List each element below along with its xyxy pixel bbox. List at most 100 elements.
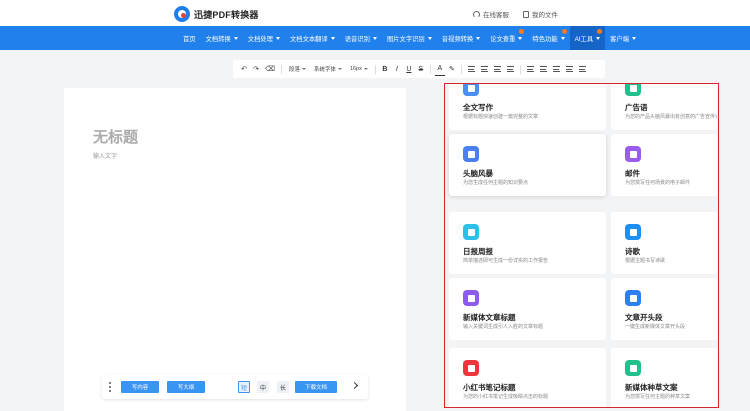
chevron-down-icon	[275, 36, 280, 40]
nav-item-label: 文档文本翻译	[289, 35, 328, 43]
nav-item[interactable]: 论文查重	[485, 26, 527, 50]
bullet-list-icon	[526, 66, 534, 72]
nav-item[interactable]: 文档转换	[201, 26, 243, 50]
nav-item[interactable]: 特色功能	[527, 26, 569, 50]
ai-tool-title: 全文写作	[463, 103, 493, 112]
undo-button[interactable]: ↶	[239, 62, 249, 76]
italic-button[interactable]: I	[392, 62, 402, 76]
line-height-icon	[578, 66, 586, 72]
font-size-select[interactable]: 16px	[347, 66, 371, 72]
ai-tool-title: 广告语	[625, 103, 648, 112]
toolbar-divider	[519, 64, 521, 74]
indent-button[interactable]	[551, 62, 562, 76]
ai-tool-description: 为您的产品头脑风暴出有创意的广告宣传语	[625, 114, 717, 120]
align-left-icon	[467, 66, 475, 72]
ai-tool-title: 邮件	[625, 169, 640, 178]
document-body-input[interactable]: 输入文字	[93, 151, 117, 160]
ai-tool-description: 为您的小红书笔记生成吸睛点击的标题	[463, 394, 549, 400]
ai-tool-icon	[463, 146, 479, 162]
nav-item[interactable]: AI工具	[569, 26, 606, 50]
highlight-button[interactable]: ✎	[447, 62, 457, 76]
new-badge-icon	[519, 29, 525, 34]
chevron-down-icon	[632, 36, 637, 40]
nav-item[interactable]: 音视频转换	[437, 26, 485, 50]
ai-tool-description: 为您撰写任何主题的种草文案	[625, 394, 691, 400]
ai-tool-card[interactable]: 邮件 为您撰写任何场景的电子邮件	[611, 134, 717, 196]
app-logo[interactable]: 迅捷PDF转换器	[174, 6, 259, 22]
numbered-list-button[interactable]	[538, 62, 549, 76]
outdent-button[interactable]	[564, 62, 575, 76]
chevron-down-icon	[330, 36, 335, 40]
ai-tool-icon	[463, 224, 479, 240]
editor-toolbar: ↶ ↷ ⌫ 段落 系统字体 16px B I U S A ✎	[233, 60, 605, 78]
ai-tool-description: 为您生成任何主题的知识要点	[463, 180, 529, 186]
ai-tool-card[interactable]: 诗歌 根据主题书写诗歌	[611, 212, 717, 274]
paragraph-select[interactable]: 段落	[286, 65, 309, 73]
nav-item[interactable]: 首页	[178, 26, 201, 50]
length-long-button[interactable]: 长	[277, 381, 289, 393]
write-content-button[interactable]: 写内容	[121, 381, 159, 393]
chevron-down-icon	[363, 68, 368, 70]
ai-tool-icon	[463, 84, 479, 96]
my-files-label: 我的文件	[532, 12, 558, 19]
font-family-select[interactable]: 系统字体	[311, 65, 345, 73]
length-medium-button[interactable]: 中	[257, 381, 269, 393]
underline-button[interactable]: U	[404, 62, 414, 76]
ai-tool-card[interactable]: 新媒体种草文案为您撰写任何主题的种草文案	[611, 348, 717, 407]
ai-tool-icon	[625, 360, 641, 376]
nav-item-label: 语音识别	[344, 35, 370, 43]
download-document-button[interactable]: 下载文档	[295, 381, 337, 393]
document-title[interactable]: 无标题	[93, 126, 138, 147]
ai-tool-card[interactable]: 日报周报 简单描述即可生成一份详实的工作报告	[449, 212, 606, 274]
my-files-link[interactable]: 我的文件	[523, 9, 558, 19]
redo-button[interactable]: ↷	[251, 62, 261, 76]
bold-button[interactable]: B	[380, 62, 390, 76]
font-color-button[interactable]: A	[434, 62, 445, 76]
document-editor[interactable]: 无标题 输入文字	[64, 88, 406, 411]
length-short-button[interactable]: 短	[238, 381, 250, 393]
align-left-button[interactable]	[466, 62, 477, 76]
nav-item-label: 特色功能	[532, 35, 558, 43]
ai-tool-title: 新媒体文章标题	[463, 313, 516, 322]
customer-service-link[interactable]: 在线客服	[473, 9, 509, 19]
strikethrough-button[interactable]: S	[416, 62, 426, 76]
align-center-button[interactable]	[479, 62, 490, 76]
nav-item[interactable]: 文档处理	[243, 26, 285, 50]
nav-item-label: 论文查重	[490, 35, 516, 43]
ai-tool-card[interactable]: 小红书笔记标题 为您的小红书笔记生成吸睛点击的标题	[449, 348, 606, 407]
ai-tool-title: 新媒体种草文案	[625, 383, 678, 392]
drag-handle-icon[interactable]	[109, 382, 111, 392]
align-justify-button[interactable]	[505, 62, 516, 76]
nav-item[interactable]: 客户端	[605, 26, 641, 50]
headset-icon	[473, 10, 480, 18]
chevron-down-icon	[301, 68, 306, 70]
ai-tool-icon	[463, 360, 479, 376]
line-height-button[interactable]	[577, 62, 588, 76]
nav-item-label: 音视频转换	[441, 35, 474, 43]
ai-tool-description: 输入关键词生成引人入胜的文章标题	[463, 324, 544, 330]
ai-tool-card[interactable]: 头脑风暴 为您生成任何主题的知识要点	[449, 134, 606, 196]
ai-tool-title: 日报周报	[463, 247, 493, 256]
ai-tool-card[interactable]: 全文写作 根据标题快速创建一篇完整的文章	[449, 84, 606, 130]
chevron-down-icon	[337, 68, 342, 70]
nav-item[interactable]: 语音识别	[340, 26, 382, 50]
nav-item-label: 首页	[183, 35, 196, 43]
clear-format-button[interactable]: ⌫	[263, 62, 277, 76]
chevron-down-icon	[518, 36, 523, 40]
nav-item[interactable]: 图片文字识别	[382, 26, 437, 50]
ai-tool-card[interactable]: 文章开头段 一键生成新媒体文章开头段	[611, 278, 717, 340]
ai-tool-icon	[625, 224, 641, 240]
write-outline-button[interactable]: 写大纲	[167, 381, 205, 393]
align-center-icon	[480, 66, 488, 72]
ai-tool-card[interactable]: 广告语为您的产品头脑风暴出有创意的广告宣传语	[611, 84, 717, 130]
chevron-down-icon	[560, 36, 565, 40]
align-right-button[interactable]	[492, 62, 503, 76]
ai-tool-card[interactable]: 新媒体文章标题输入关键词生成引人入胜的文章标题	[449, 278, 606, 340]
chevron-right-icon[interactable]	[350, 381, 359, 390]
bullet-list-button[interactable]	[525, 62, 536, 76]
ai-tool-description: 根据主题书写诗歌	[625, 258, 666, 264]
new-badge-icon	[597, 29, 603, 34]
align-justify-icon	[506, 66, 514, 72]
nav-item[interactable]: 文档文本翻译	[285, 26, 340, 50]
customer-service-label: 在线客服	[483, 12, 509, 19]
